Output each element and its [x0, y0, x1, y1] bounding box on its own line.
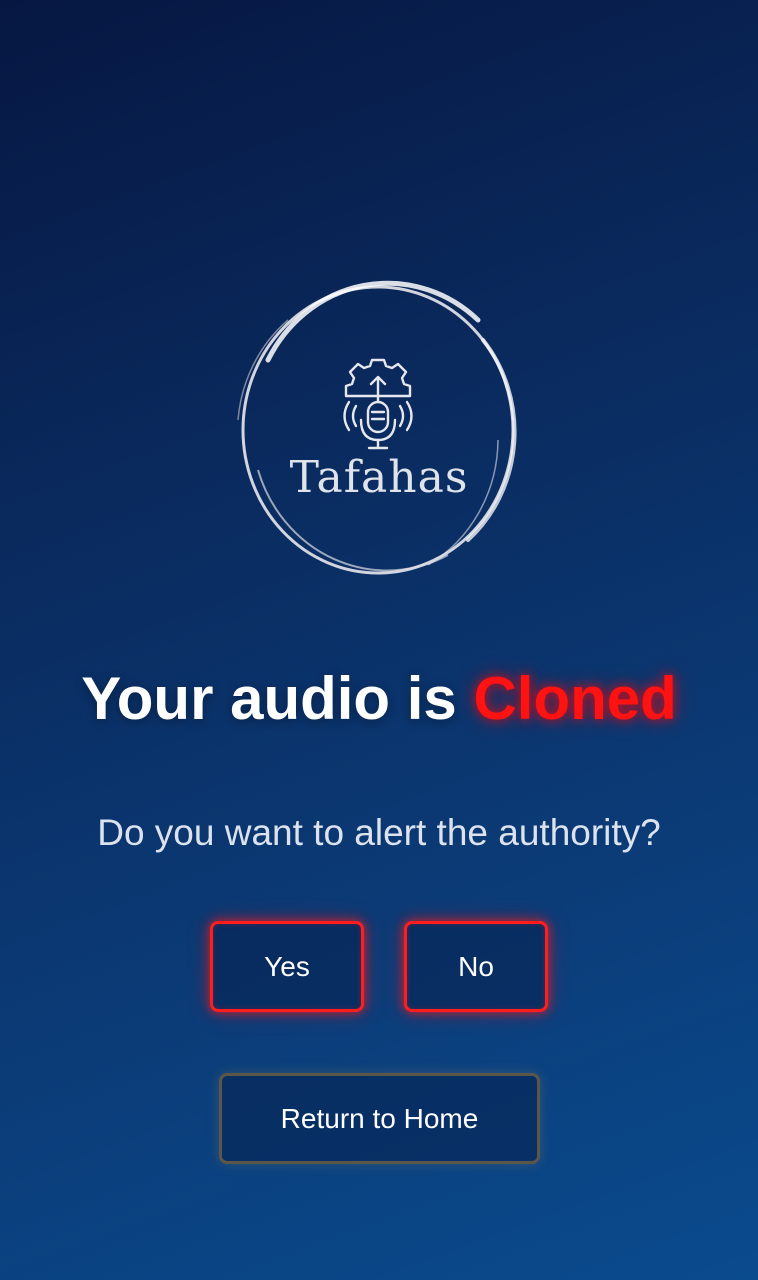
no-button[interactable]: No — [404, 921, 548, 1012]
brush-circle — [237, 280, 517, 575]
microphone-gear-icon — [343, 358, 413, 450]
result-headline: Your audio is Cloned — [0, 664, 758, 733]
brand-name: Tafahas — [289, 452, 469, 503]
headline-prefix: Your audio is — [81, 665, 474, 732]
yes-button[interactable]: Yes — [210, 921, 364, 1012]
headline-status: Cloned — [473, 665, 677, 732]
return-home-label: Return to Home — [280, 1102, 479, 1134]
result-screen: Tafahas Your audio is Cloned Do you want… — [0, 0, 758, 1280]
return-home-button[interactable]: Return to Home — [219, 1073, 540, 1164]
brand-logo — [228, 280, 524, 580]
no-button-label: No — [458, 950, 494, 982]
yes-button-label: Yes — [264, 950, 310, 982]
alert-question: Do you want to alert the authority? — [97, 812, 661, 853]
